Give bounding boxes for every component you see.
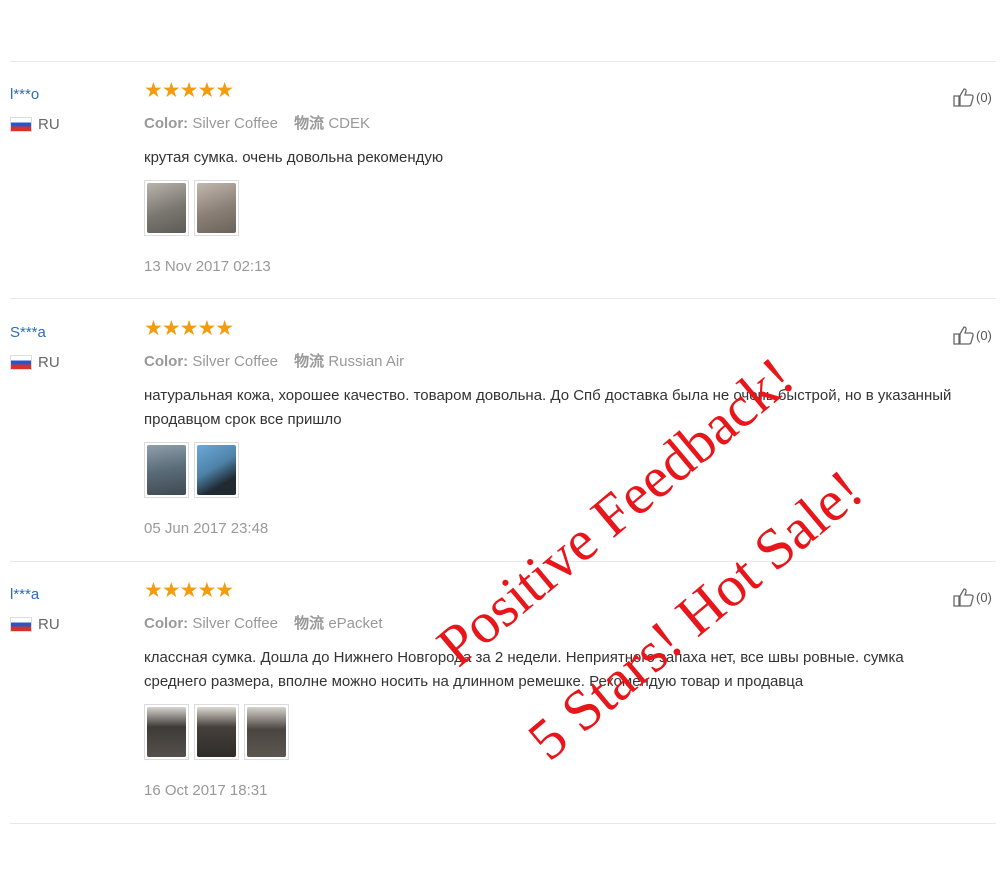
russia-flag-icon xyxy=(10,117,32,132)
color-value: Silver Coffee xyxy=(192,115,278,132)
color-label: Color: xyxy=(144,115,189,132)
review-photo-thumbnail[interactable] xyxy=(144,180,189,236)
reviewer-name[interactable]: l***o xyxy=(10,86,39,103)
like-button[interactable]: (0) xyxy=(952,586,992,608)
thumbs-up-icon xyxy=(953,88,974,107)
color-value: Silver Coffee xyxy=(192,353,278,370)
review-text: крутая сумка. очень довольна рекомендую xyxy=(144,149,444,166)
review-text: классная сумка. Дошла до Нижнего Новгоро… xyxy=(144,649,904,690)
russia-flag-icon xyxy=(10,355,32,370)
review-photo-thumbnail[interactable] xyxy=(144,442,189,498)
reviewer-name[interactable]: l***a xyxy=(10,586,39,603)
color-value: Silver Coffee xyxy=(192,615,278,632)
review-photo-thumbnail[interactable] xyxy=(194,442,239,498)
review-photos xyxy=(144,704,289,760)
promo-text-hot-sale: 5 Stars! Hot Sale! xyxy=(515,456,875,773)
review-photo-thumbnail[interactable] xyxy=(194,180,239,236)
country-code: RU xyxy=(38,616,60,633)
review-date: 05 Jun 2017 23:48 xyxy=(144,520,269,537)
review-date: 13 Nov 2017 02:13 xyxy=(144,258,271,275)
shipping-value: CDEK xyxy=(328,115,370,132)
review-meta: Color: Silver Coffee 物流 CDEK xyxy=(144,112,370,133)
like-button[interactable]: (0) xyxy=(952,324,992,346)
country-code: RU xyxy=(38,354,60,371)
shipping-label: 物流 xyxy=(294,353,325,370)
like-button[interactable]: (0) xyxy=(952,86,992,108)
shipping-value: ePacket xyxy=(328,615,383,632)
color-label: Color: xyxy=(144,353,189,370)
review-photo-thumbnail[interactable] xyxy=(194,704,239,760)
shipping-value: Russian Air xyxy=(328,353,405,370)
bag-photo xyxy=(197,183,236,233)
reviewer-name[interactable]: S***a xyxy=(10,324,46,341)
country-code: RU xyxy=(38,116,60,133)
bag-photo xyxy=(147,183,186,233)
review-photos xyxy=(144,180,239,236)
thumbs-up-icon xyxy=(953,326,974,345)
bag-photo xyxy=(147,445,186,495)
reviewer-country: RU xyxy=(10,616,60,633)
color-label: Color: xyxy=(144,615,189,632)
bag-photo xyxy=(247,707,286,757)
bottom-divider xyxy=(10,823,996,824)
like-count: (0) xyxy=(976,327,992,343)
thumbs-up-icon xyxy=(953,588,974,607)
review-divider xyxy=(10,298,996,299)
bag-photo xyxy=(197,445,236,495)
review-text: натуральная кожа, хорошее качество. това… xyxy=(144,387,952,428)
shipping-label: 物流 xyxy=(294,115,325,132)
russia-flag-icon xyxy=(10,617,32,632)
review-meta: Color: Silver Coffee 物流 ePacket xyxy=(144,612,383,633)
bag-photo xyxy=(147,707,186,757)
review-meta: Color: Silver Coffee 物流 Russian Air xyxy=(144,350,404,371)
star-rating: ★★★★★ xyxy=(144,317,234,340)
review-date: 16 Oct 2017 18:31 xyxy=(144,782,268,799)
reviewer-country: RU xyxy=(10,354,60,371)
reviewer-country: RU xyxy=(10,116,60,133)
review-photo-thumbnail[interactable] xyxy=(144,704,189,760)
review-photo-thumbnail[interactable] xyxy=(244,704,289,760)
bag-photo xyxy=(197,707,236,757)
review-photos xyxy=(144,442,239,498)
like-count: (0) xyxy=(976,589,992,605)
top-divider xyxy=(10,61,996,62)
like-count: (0) xyxy=(976,89,992,105)
shipping-label: 物流 xyxy=(294,615,325,632)
star-rating: ★★★★★ xyxy=(144,79,234,102)
star-rating: ★★★★★ xyxy=(144,579,234,602)
